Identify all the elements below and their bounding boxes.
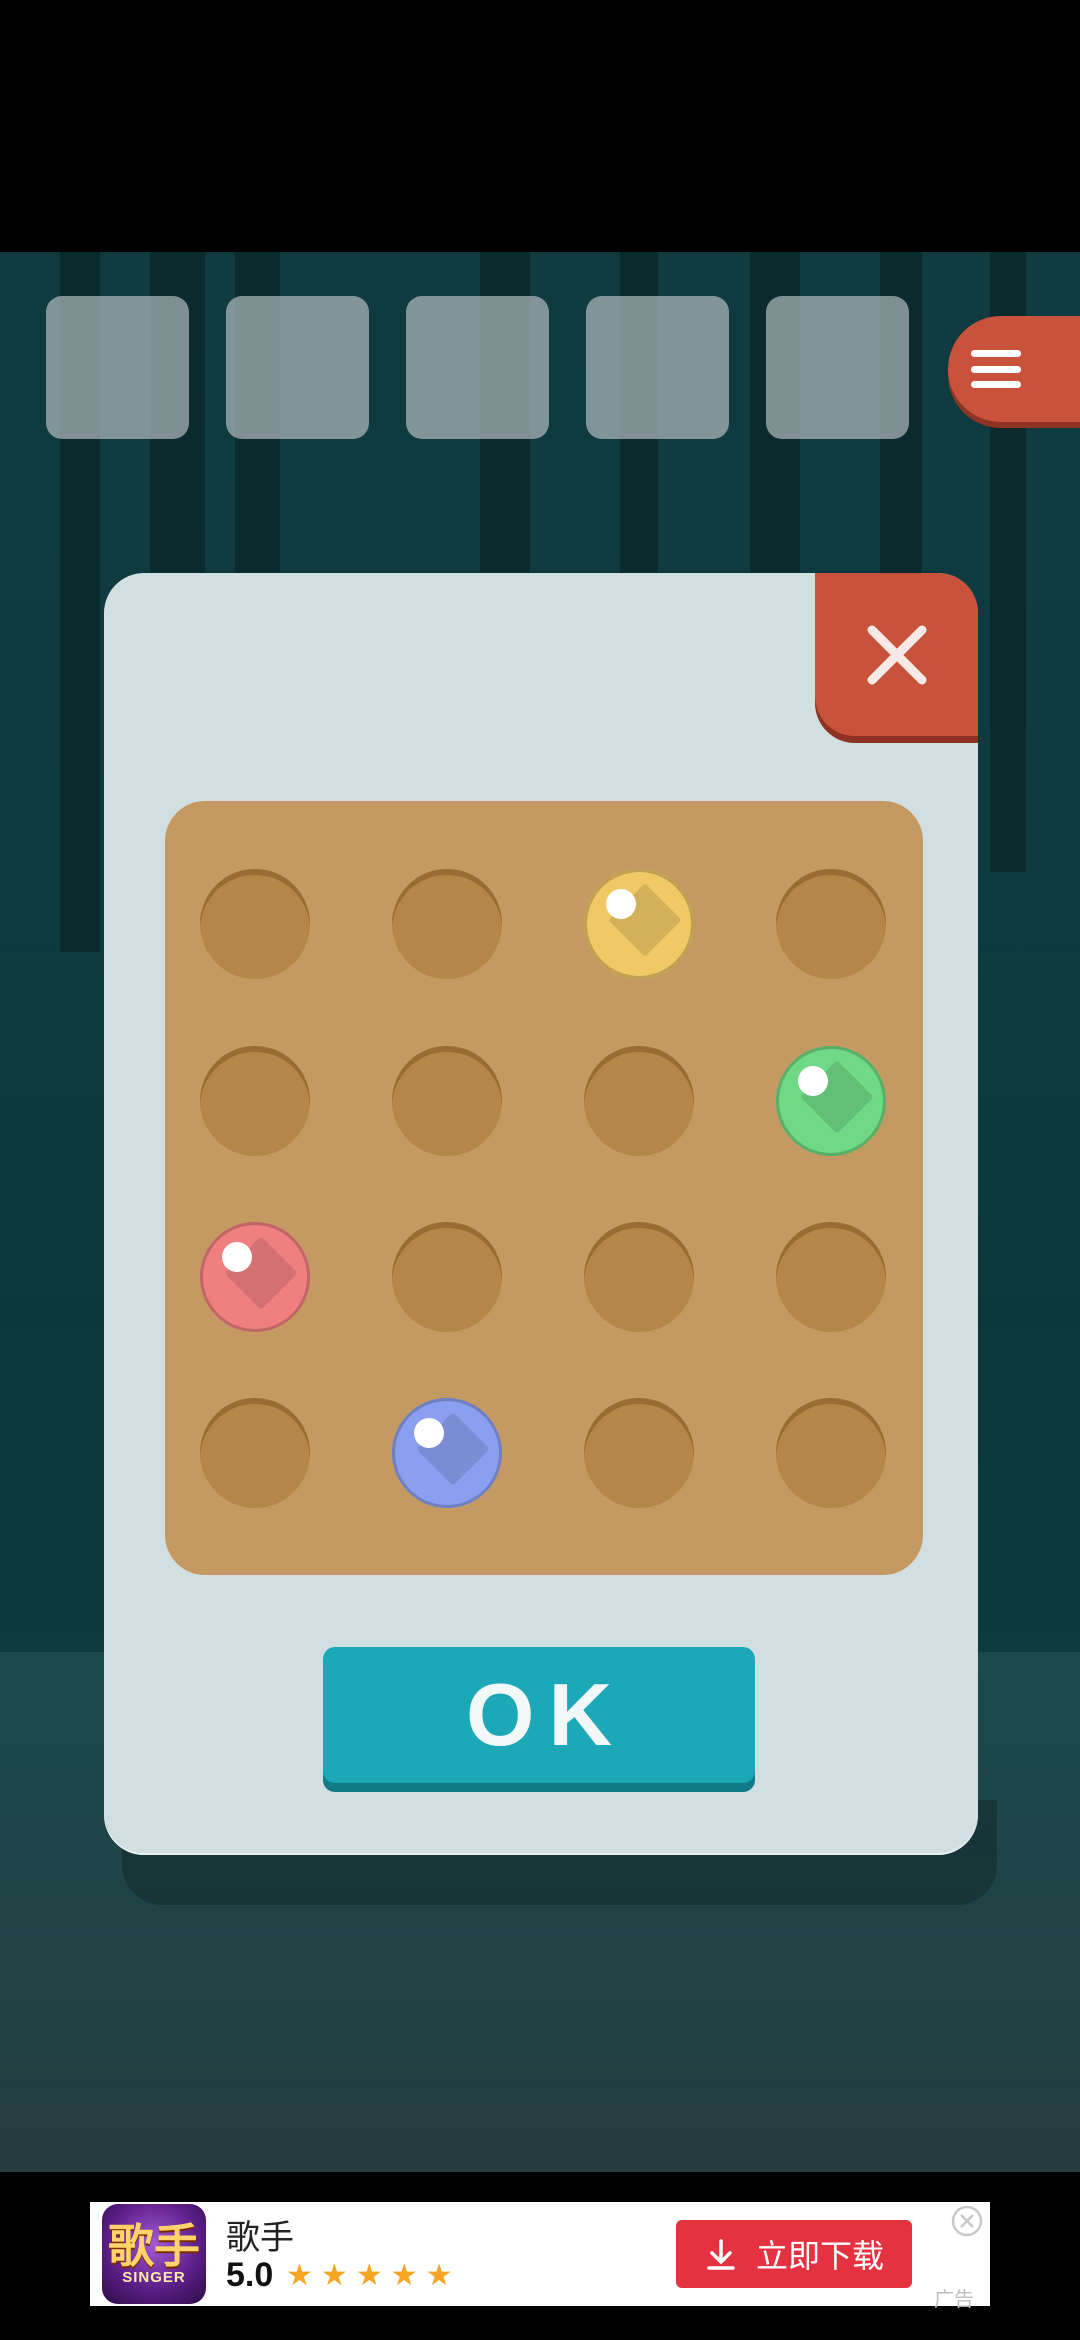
gem-highlight <box>798 1066 828 1096</box>
star-icon: ★ <box>390 2259 418 2292</box>
ok-button[interactable]: OK <box>323 1647 755 1783</box>
empty-hole[interactable] <box>584 1222 694 1332</box>
ad-rating: 5.0 <box>226 2256 274 2294</box>
yellow-gem[interactable] <box>584 869 694 979</box>
item-slot[interactable] <box>766 296 909 439</box>
green-gem[interactable] <box>776 1046 886 1156</box>
close-button[interactable] <box>815 573 978 736</box>
ad-tag: 广告 <box>934 2289 974 2311</box>
item-slots <box>46 296 909 439</box>
gem-highlight <box>606 889 636 919</box>
close-x-icon <box>867 625 927 685</box>
download-button[interactable]: 立即下载 <box>676 2220 912 2288</box>
app-logo[interactable]: 歌手 SINGER <box>102 2204 206 2304</box>
hamburger-menu-icon <box>971 350 1021 388</box>
download-button-label: 立即下载 <box>755 2238 884 2274</box>
star-icon: ★ <box>425 2259 453 2292</box>
empty-hole[interactable] <box>776 1222 886 1332</box>
item-slot[interactable] <box>586 296 729 439</box>
item-slot[interactable] <box>226 296 369 439</box>
item-slot[interactable] <box>406 296 549 439</box>
empty-hole[interactable] <box>584 1046 694 1156</box>
item-slot[interactable] <box>46 296 189 439</box>
star-icon: ★ <box>320 2259 348 2292</box>
empty-hole[interactable] <box>200 869 310 979</box>
empty-hole[interactable] <box>776 1398 886 1508</box>
empty-hole[interactable] <box>392 869 502 979</box>
red-gem[interactable] <box>200 1222 310 1332</box>
empty-hole[interactable] <box>200 1046 310 1156</box>
gem-highlight <box>414 1418 444 1448</box>
app-logo-text: 歌手 <box>108 2219 200 2272</box>
empty-hole[interactable] <box>392 1222 502 1332</box>
ad-close-icon[interactable] <box>950 2204 984 2238</box>
empty-hole[interactable] <box>776 869 886 979</box>
ad-app-name: 歌手 <box>226 2219 294 2257</box>
star-icon: ★ <box>286 2259 313 2292</box>
blue-gem[interactable] <box>392 1398 502 1508</box>
rating-stars: ★ ★ ★ ★ ★ <box>286 2258 453 2294</box>
puzzle-board <box>165 801 923 1575</box>
download-icon <box>707 2239 735 2270</box>
menu-button[interactable] <box>948 316 1080 422</box>
ad-banner[interactable]: 歌手 SINGER 歌手 5.0 ★ ★ ★ ★ ★ 立即下载 广告 <box>90 2202 990 2311</box>
empty-hole[interactable] <box>584 1398 694 1508</box>
app-logo-subtext: SINGER <box>122 2268 186 2286</box>
status-bar-area <box>0 0 1080 252</box>
gem-highlight <box>222 1242 252 1272</box>
empty-hole[interactable] <box>392 1046 502 1156</box>
star-icon: ★ <box>355 2259 383 2292</box>
empty-hole[interactable] <box>200 1398 310 1508</box>
